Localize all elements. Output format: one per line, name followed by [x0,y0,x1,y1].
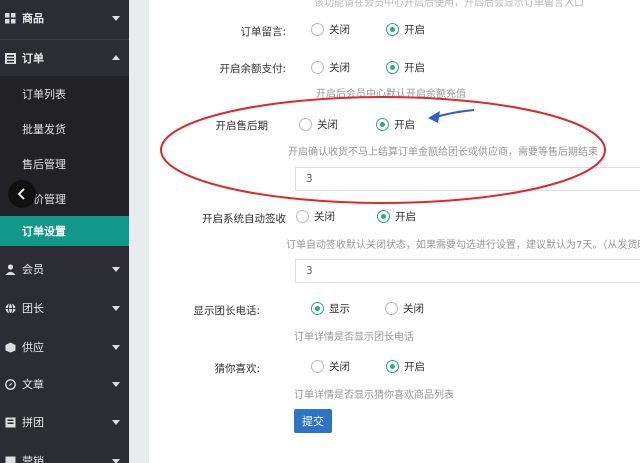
sidebar-subitem-label: 订单列表 [22,87,66,101]
sidebar-item-article[interactable]: 文章 [0,366,129,402]
sidebar: 商品 订单 订单列表 批量发货 售后管理 评价管理 订单设置 会员 团长 供应 … [0,0,129,463]
leader-phone-show-radio[interactable]: 显示 [311,301,350,316]
order-message-on-radio[interactable]: 开启 [386,22,425,37]
sidebar-item-label: 文章 [22,378,44,391]
sidebar-subitem-order-settings[interactable]: 订单设置 [0,216,129,246]
balance-pay-help: 开启后会员中心默认开启余额充值 [316,89,466,100]
chevron-down-icon [112,345,120,350]
bookmark-icon [4,455,16,463]
sidebar-item-label: 会员 [22,263,44,276]
sidebar-item-marketing[interactable]: 营销 [0,443,129,463]
recommend-on-radio[interactable]: 开启 [386,359,425,374]
radio-circle [386,61,399,74]
radio-circle [311,61,324,74]
recommend-help: 订单详情是否显示猜你喜欢商品列表 [294,390,454,401]
radio-label: 关闭 [314,211,335,223]
chevron-down-icon [112,306,120,311]
sidebar-item-goods[interactable]: 商品 [0,0,129,36]
radio-label: 开启 [404,361,425,373]
user-icon [4,263,16,275]
bookmark-icon [4,416,16,428]
chevron-up-icon [112,55,120,60]
radio-label: 开启 [404,24,425,36]
auto-receipt-label: 开启系统自动签收 [202,213,286,225]
radio-circle [311,360,324,373]
auto-receipt-help: 订单自动签收默认关闭状态，如果需要勾选进行设置，建议默认为7天。（从发货时间 [286,240,640,251]
sidebar-item-leader[interactable]: 团长 [0,290,129,326]
radio-circle [386,23,399,36]
radio-circle [385,302,398,315]
order-message-off-radio[interactable]: 关闭 [311,22,350,37]
chevron-down-icon [112,459,120,463]
sidebar-item-label: 商品 [22,12,44,25]
balance-pay-label: 开启余额支付: [219,63,286,75]
sidebar-item-label: 订单 [22,52,44,65]
radio-label: 显示 [329,303,350,315]
chevron-down-icon [112,16,120,21]
radio-label: 关闭 [329,24,350,36]
radio-circle [311,23,324,36]
order-message-label: 订单留言: [240,26,286,38]
grid-icon [4,12,16,24]
radio-label: 开启 [404,62,425,74]
radio-circle [377,210,390,223]
recommend-off-radio[interactable]: 关闭 [311,359,350,374]
radio-label: 开启 [394,119,415,131]
auto-receipt-days-input[interactable]: 3 [295,259,640,283]
globe-icon [4,302,16,314]
radio-circle [296,210,309,223]
sidebar-subitem-order-list[interactable]: 订单列表 [0,76,129,111]
after-sale-period-off-radio[interactable]: 关闭 [299,117,338,132]
sidebar-item-order[interactable]: 订单 [0,40,129,76]
after-sale-period-on-radio[interactable]: 开启 [376,117,415,132]
list-icon [4,52,16,64]
radio-label: 开启 [395,211,416,223]
sidebar-subitem-batch-ship[interactable]: 批量发货 [0,111,129,146]
sidebar-item-label: 团长 [22,302,44,315]
leader-phone-hide-radio[interactable]: 关闭 [385,301,424,316]
after-sale-period-help: 开启确认收货不马上结算订单金额给团长或供应商，需要等售后期结束 [288,147,598,158]
auto-receipt-on-radio[interactable]: 开启 [377,209,416,224]
sidebar-item-label: 营销 [22,455,44,463]
compass-icon [4,378,16,390]
sidebar-item-group[interactable]: 拼团 [0,404,129,440]
leader-phone-label: 显示团长电话: [193,305,260,317]
radio-circle [376,118,389,131]
radio-circle [299,118,312,131]
chevron-down-icon [112,382,120,387]
clipped-help-text: 该功能请在会员中心开启后使用，开启后会显示订单留言入口 [314,0,584,9]
recommend-label: 猜你喜欢: [214,363,260,375]
balance-pay-on-radio[interactable]: 开启 [386,60,425,75]
radio-label: 关闭 [317,119,338,131]
leader-phone-help: 订单详情是否显示团长电话 [294,332,414,343]
radio-label: 关闭 [329,62,350,74]
sidebar-item-member[interactable]: 会员 [0,251,129,287]
chevron-down-icon [112,267,120,272]
after-sale-period-label: 开启售后期 [215,120,269,132]
sidebar-item-label: 供应 [22,341,44,354]
chevron-left-icon [17,188,25,200]
auto-receipt-off-radio[interactable]: 关闭 [296,209,335,224]
radio-circle [386,360,399,373]
radio-label: 关闭 [329,361,350,373]
radio-label: 关闭 [403,303,424,315]
sidebar-item-supply[interactable]: 供应 [0,329,129,365]
radio-circle [311,302,324,315]
settings-panel: 该功能请在会员中心开启后使用，开启后会显示订单留言入口 订单留言: 关闭 开启 … [149,0,640,463]
sidebar-collapse-button[interactable] [8,180,36,208]
sidebar-subitem-after-sales[interactable]: 售后管理 [0,146,129,181]
sidebar-subitem-label: 订单设置 [22,225,66,238]
box-icon [4,341,16,353]
after-sale-days-input[interactable]: 3 [295,167,640,191]
sidebar-item-label: 拼团 [22,416,44,429]
submit-button[interactable]: 提交 [294,409,332,433]
main-content: 该功能请在会员中心开启后使用，开启后会显示订单留言入口 订单留言: 关闭 开启 … [129,0,640,463]
sidebar-subitem-label: 售后管理 [22,157,66,171]
balance-pay-off-radio[interactable]: 关闭 [311,60,350,75]
chevron-down-icon [112,420,120,425]
sidebar-subitem-label: 批量发货 [22,122,66,136]
